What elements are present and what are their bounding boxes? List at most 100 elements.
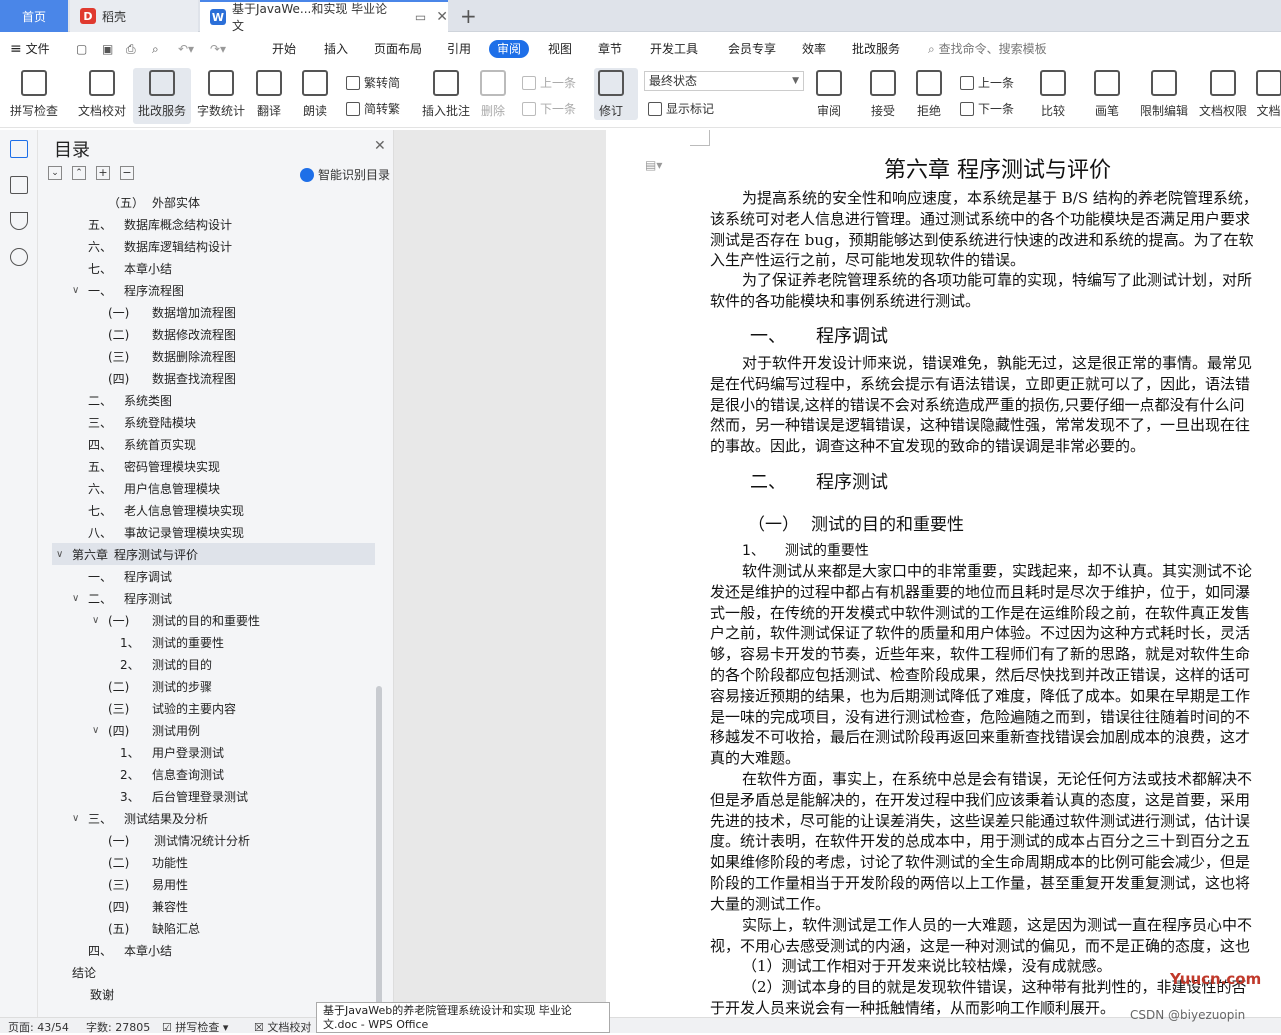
- toc-item[interactable]: 测试的重要性: [152, 633, 224, 653]
- toc-item[interactable]: 后台管理登录测试: [152, 787, 248, 807]
- toc-collapse-caret[interactable]: ∨: [72, 593, 79, 604]
- insert-comment-button[interactable]: 插入批注: [422, 70, 470, 119]
- smart-toc-button[interactable]: 智能识别目录: [300, 166, 390, 183]
- print-icon[interactable]: ⎙: [126, 40, 136, 58]
- compare-button[interactable]: 比较: [1040, 70, 1066, 119]
- bookmark-icon[interactable]: [10, 212, 28, 230]
- restrict-edit-button[interactable]: 限制编辑: [1140, 70, 1188, 119]
- undo-icon[interactable]: ↶▾: [178, 40, 194, 58]
- new-tab-button[interactable]: +: [460, 4, 477, 28]
- close-tab-icon[interactable]: ✕: [436, 9, 448, 25]
- toc-item[interactable]: 系统类图: [124, 391, 172, 411]
- add-heading-icon[interactable]: +: [96, 166, 110, 180]
- toc-item[interactable]: 测试情况统计分析: [154, 831, 250, 851]
- tab-document[interactable]: W 基于JavaWe...和实现 毕业论文 ▭ ✕: [200, 0, 448, 33]
- toc-item[interactable]: 测试的目的: [152, 655, 212, 675]
- toc-item[interactable]: 兼容性: [152, 897, 188, 917]
- close-panel-icon[interactable]: ✕: [374, 138, 386, 154]
- menu-batch[interactable]: 批改服务: [852, 40, 900, 58]
- toc-item[interactable]: 程序测试与评价: [114, 545, 198, 565]
- menu-reference[interactable]: 引用: [447, 40, 471, 58]
- prev-change-button[interactable]: 上一条: [960, 74, 1014, 91]
- pen-button[interactable]: 画笔: [1094, 70, 1120, 119]
- expand-up-icon[interactable]: ⌃: [72, 166, 86, 180]
- doc-permission-button[interactable]: 文档权限: [1199, 70, 1247, 119]
- menu-insert[interactable]: 插入: [324, 40, 348, 58]
- export-icon[interactable]: ▣: [102, 40, 113, 58]
- toc-item[interactable]: 数据修改流程图: [152, 325, 236, 345]
- toc-item[interactable]: 试验的主要内容: [152, 699, 236, 719]
- toc-item[interactable]: 事故记录管理模块实现: [124, 523, 244, 543]
- toc-item[interactable]: 测试用例: [152, 721, 200, 741]
- spell-check-button[interactable]: 拼写检查: [10, 70, 58, 119]
- toc-collapse-caret[interactable]: ∨: [92, 725, 99, 736]
- search-icon[interactable]: [10, 248, 28, 266]
- toc-item[interactable]: 本章小结: [124, 259, 172, 279]
- preview-icon[interactable]: ⌕: [152, 40, 159, 58]
- toc-item[interactable]: 系统登陆模块: [124, 413, 196, 433]
- toc-item[interactable]: 程序流程图: [124, 281, 184, 301]
- monitor-icon[interactable]: ▭: [415, 10, 426, 24]
- menu-efficiency[interactable]: 效率: [802, 40, 826, 58]
- batch-service-button[interactable]: 批改服务: [138, 70, 186, 119]
- search-command[interactable]: ⌕ 查找命令、搜索模板: [928, 40, 1047, 58]
- toc-item[interactable]: 数据增加流程图: [152, 303, 236, 323]
- tab-home[interactable]: 首页: [0, 0, 68, 32]
- next-change-button[interactable]: 下一条: [960, 100, 1014, 117]
- prev-comment-button[interactable]: 上一条: [522, 74, 576, 91]
- toc-item[interactable]: 易用性: [152, 875, 188, 895]
- toc-item[interactable]: 数据库概念结构设计: [124, 215, 232, 235]
- doc-check-button[interactable]: 文档校对: [78, 70, 126, 119]
- toc-item[interactable]: 数据查找流程图: [152, 369, 236, 389]
- menu-layout[interactable]: 页面布局: [374, 40, 422, 58]
- accept-button[interactable]: 接受: [870, 70, 896, 119]
- toc-collapse-caret[interactable]: ∨: [72, 813, 79, 824]
- menu-review[interactable]: 审阅: [489, 40, 530, 58]
- menu-member[interactable]: 会员专享: [728, 40, 776, 58]
- trad-to-simp-button[interactable]: 繁转简: [346, 74, 400, 91]
- redo-icon[interactable]: ↷▾: [210, 40, 226, 58]
- next-comment-button[interactable]: 下一条: [522, 100, 576, 117]
- toc-item[interactable]: 用户信息管理模块: [124, 479, 220, 499]
- toc-item[interactable]: 测试的目的和重要性: [152, 611, 260, 631]
- toc-item[interactable]: 数据库逻辑结构设计: [124, 237, 232, 257]
- read-aloud-button[interactable]: 朗读: [302, 70, 328, 119]
- display-state-select[interactable]: 最终状态 ▼: [644, 71, 804, 91]
- toc-item[interactable]: 致谢: [90, 985, 114, 1005]
- menu-chapter[interactable]: 章节: [598, 40, 622, 58]
- remove-heading-icon[interactable]: −: [120, 166, 134, 180]
- doc-more-button[interactable]: 文档: [1256, 70, 1281, 119]
- toc-item[interactable]: 程序测试: [124, 589, 172, 609]
- toc-item[interactable]: 外部实体: [152, 193, 200, 213]
- toc-collapse-caret[interactable]: ∨: [92, 615, 99, 626]
- toc-item[interactable]: 测试的步骤: [152, 677, 212, 697]
- toc-item[interactable]: 系统首页实现: [124, 435, 196, 455]
- toc-item[interactable]: 本章小结: [124, 941, 172, 961]
- reject-button[interactable]: 拒绝: [916, 70, 942, 119]
- toc-panel-icon[interactable]: [10, 140, 28, 158]
- menu-start[interactable]: 开始: [272, 40, 296, 58]
- translate-button[interactable]: 翻译: [256, 70, 282, 119]
- toc-collapse-caret[interactable]: ∨: [72, 285, 79, 296]
- show-marks-button[interactable]: 显示标记: [648, 100, 714, 117]
- menu-view[interactable]: 视图: [548, 40, 572, 58]
- toc-item[interactable]: 测试结果及分析: [124, 809, 208, 829]
- simp-to-trad-button[interactable]: 简转繁: [346, 100, 400, 117]
- toc-scrollbar[interactable]: [376, 686, 382, 1006]
- toc-collapse-caret[interactable]: ∨: [56, 549, 63, 560]
- delete-comment-button[interactable]: 删除: [480, 70, 506, 119]
- toc-item[interactable]: 数据删除流程图: [152, 347, 236, 367]
- toc-item[interactable]: 密码管理模块实现: [124, 457, 220, 477]
- menu-file[interactable]: ≡ 文件: [10, 40, 50, 58]
- review-pane-button[interactable]: 审阅: [816, 70, 842, 119]
- toc-item[interactable]: 用户登录测试: [152, 743, 224, 763]
- chapter-nav-icon[interactable]: [10, 176, 28, 194]
- toc-item[interactable]: 结论: [72, 963, 96, 983]
- save-icon[interactable]: ▢: [76, 40, 87, 58]
- track-changes-button[interactable]: 修订: [598, 70, 624, 119]
- toc-item[interactable]: 缺陷汇总: [152, 919, 200, 939]
- word-count-button[interactable]: 字数统计: [197, 70, 245, 119]
- toc-item[interactable]: 程序调试: [124, 567, 172, 587]
- toc-item[interactable]: 信息查询测试: [152, 765, 224, 785]
- collapse-all-icon[interactable]: ⌄: [48, 166, 62, 180]
